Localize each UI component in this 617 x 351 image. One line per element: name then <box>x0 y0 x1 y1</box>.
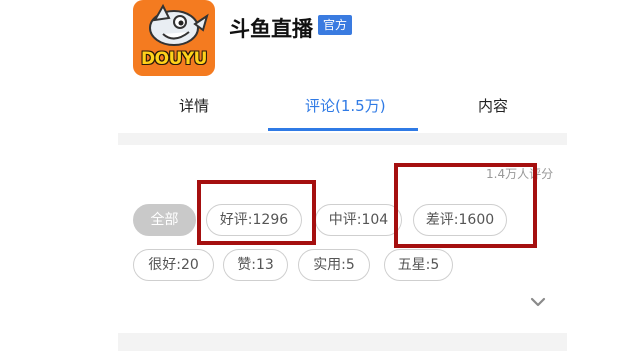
tab-content[interactable]: 内容 <box>478 95 508 116</box>
official-badge: 官方 <box>318 15 352 35</box>
highlight-box-positive <box>197 180 316 245</box>
filter-chip-five-star[interactable]: 五星:5 <box>384 249 453 281</box>
bottom-divider <box>118 333 567 351</box>
filter-chip-very-good[interactable]: 很好:20 <box>133 249 214 281</box>
section-divider <box>118 133 567 145</box>
app-title: 斗鱼直播 <box>229 17 313 41</box>
logo-wordmark: DOUYU <box>141 49 207 69</box>
filter-chip-all[interactable]: 全部 <box>133 204 196 236</box>
filter-chip-like[interactable]: 赞:13 <box>223 249 288 281</box>
chevron-down-icon[interactable] <box>530 296 546 308</box>
filter-chip-useful[interactable]: 实用:5 <box>298 249 370 281</box>
app-logo: DOUYU <box>133 0 215 76</box>
highlight-box-negative <box>394 163 537 248</box>
tab-details[interactable]: 详情 <box>179 95 209 116</box>
filter-chip-neutral[interactable]: 中评:104 <box>315 204 402 236</box>
tab-reviews[interactable]: 评论(1.5万) <box>305 95 386 116</box>
active-tab-indicator <box>268 128 418 131</box>
